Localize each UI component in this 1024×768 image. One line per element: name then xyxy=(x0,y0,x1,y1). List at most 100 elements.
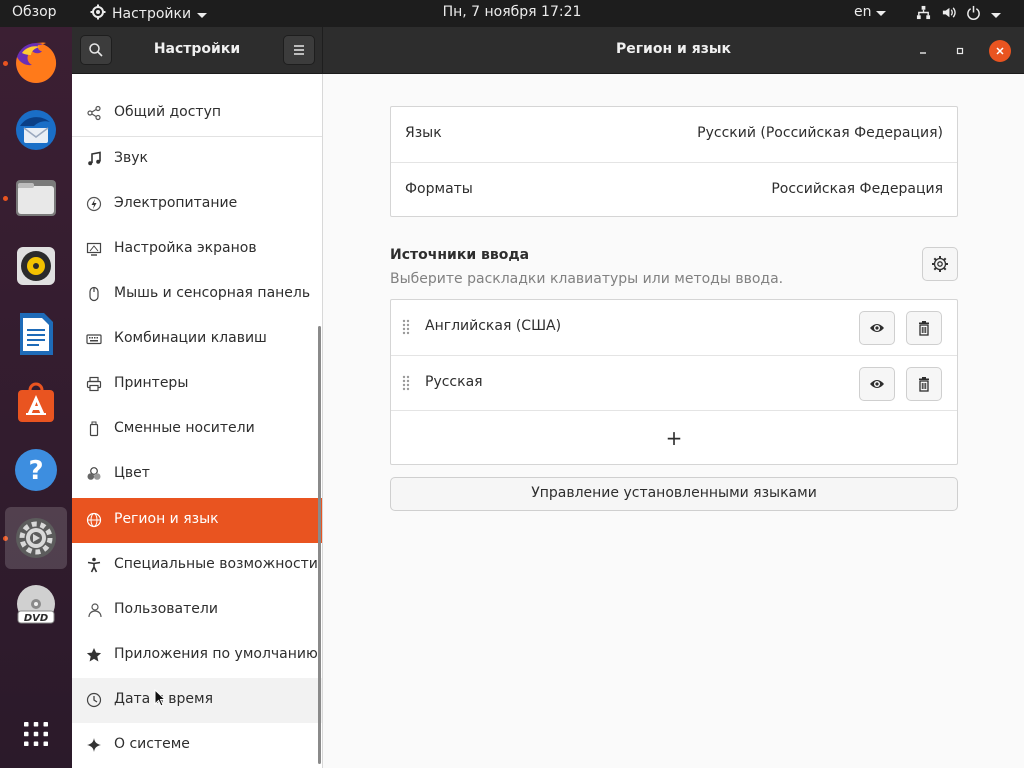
input-source-options-button[interactable] xyxy=(922,247,958,281)
sidebar-item-label: Общий доступ xyxy=(114,104,222,120)
input-source-row[interactable]: Русская xyxy=(391,355,957,410)
volume-icon xyxy=(941,5,956,24)
search-icon xyxy=(89,43,103,57)
mouse-icon xyxy=(86,286,102,302)
dock-help[interactable]: ? xyxy=(5,439,67,501)
dock-libreoffice-writer[interactable] xyxy=(5,303,67,365)
drag-handle-icon[interactable] xyxy=(401,375,411,391)
preview-layout-button[interactable] xyxy=(859,311,895,345)
sidebar-item-label: Комбинации клавиш xyxy=(114,330,267,346)
sidebar-item-label: О системе xyxy=(114,736,190,752)
sidebar-item-removable-media[interactable]: Сменные носители xyxy=(72,407,322,452)
formats-row[interactable]: Форматы Российская Федерация xyxy=(391,162,957,217)
sidebar-item-label: Приложения по умолчанию xyxy=(114,646,318,662)
sidebar-item-region-language[interactable]: Регион и язык xyxy=(72,498,322,543)
formats-value: Российская Федерация xyxy=(771,181,943,197)
app-menu-label: Настройки xyxy=(112,6,192,22)
users-icon xyxy=(86,602,102,618)
minimize-button[interactable] xyxy=(912,40,934,62)
sidebar-header: Настройки xyxy=(72,27,323,74)
dock-settings[interactable] xyxy=(5,507,67,569)
activities-button[interactable]: Обзор xyxy=(12,4,57,20)
dock-rhythmbox[interactable] xyxy=(5,235,67,297)
dock-firefox[interactable] xyxy=(5,32,67,94)
chevron-down-icon xyxy=(197,12,208,18)
sidebar-item-label: Сменные носители xyxy=(114,420,255,436)
header-bar: Настройки Регион и язык xyxy=(72,27,1024,74)
input-sources-card: Английская (США) Русская + xyxy=(390,299,958,465)
sidebar-item-date-time[interactable]: Дата и время xyxy=(72,678,322,723)
input-source-name: Английская (США) xyxy=(425,318,562,334)
hamburger-icon xyxy=(294,45,304,55)
chevron-down-icon xyxy=(875,10,886,16)
language-label: en xyxy=(854,4,872,20)
region-card: Язык Русский (Российская Федерация) Форм… xyxy=(390,106,958,217)
top-bar: Обзор Настройки Пн, 7 ноября 17:21 en xyxy=(0,0,1024,27)
writer-icon xyxy=(20,313,53,355)
input-language-indicator[interactable]: en xyxy=(854,4,886,20)
dock-files[interactable] xyxy=(5,167,67,229)
sidebar-item-sharing[interactable]: Общий доступ xyxy=(72,91,322,136)
dock: ? DVD xyxy=(0,27,72,768)
sidebar-item-label: Принтеры xyxy=(114,375,189,391)
color-icon xyxy=(86,466,102,482)
show-applications-button[interactable] xyxy=(5,703,67,765)
drag-handle-icon[interactable] xyxy=(401,319,411,335)
music-note-icon xyxy=(86,151,102,167)
input-sources-title: Источники ввода xyxy=(390,247,530,263)
sidebar-item-sound[interactable]: Звук xyxy=(72,137,322,182)
menu-button[interactable] xyxy=(283,35,315,65)
sidebar-item-keyboard-shortcuts[interactable]: Комбинации клавиш xyxy=(72,317,322,362)
region-language-panel: Язык Русский (Российская Федерация) Форм… xyxy=(324,74,1024,768)
globe-icon xyxy=(86,512,102,528)
sidebar-title: Настройки xyxy=(153,41,241,57)
network-icon xyxy=(916,5,931,24)
accessibility-icon xyxy=(86,557,102,573)
software-bag-icon xyxy=(18,382,54,422)
sidebar-item-about[interactable]: О системе xyxy=(72,723,322,768)
thunderbird-icon xyxy=(16,110,56,150)
sparkle-icon xyxy=(86,737,102,753)
settings-gear-icon xyxy=(90,4,106,24)
dock-ubuntu-software[interactable] xyxy=(5,371,67,433)
language-label: Язык xyxy=(405,125,442,141)
search-button[interactable] xyxy=(80,35,112,65)
remove-source-button[interactable] xyxy=(906,311,942,345)
clock[interactable]: Пн, 7 ноября 17:21 xyxy=(443,4,582,20)
power-icon xyxy=(966,5,981,24)
svg-text:DVD: DVD xyxy=(24,613,48,624)
close-button[interactable] xyxy=(989,40,1011,62)
dock-thunderbird[interactable] xyxy=(5,99,67,161)
remove-source-button[interactable] xyxy=(906,367,942,401)
preview-layout-button[interactable] xyxy=(859,367,895,401)
sidebar-item-users[interactable]: Пользователи xyxy=(72,588,322,633)
add-input-source-button[interactable]: + xyxy=(391,410,957,465)
svg-text:?: ? xyxy=(28,456,43,486)
sidebar-item-label: Мышь и сенсорная панель xyxy=(114,285,311,301)
printer-icon xyxy=(86,376,102,392)
input-sources-subtitle: Выберите раскладки клавиатуры или методы… xyxy=(390,271,784,287)
language-value: Русский (Российская Федерация) xyxy=(697,125,943,141)
sidebar-item-label: Пользователи xyxy=(114,601,218,617)
app-menu[interactable]: Настройки xyxy=(90,4,208,24)
sidebar-item-accessibility[interactable]: Специальные возможности xyxy=(72,543,322,588)
dock-dvd[interactable]: DVD xyxy=(5,575,67,637)
close-icon xyxy=(996,47,1004,55)
sidebar-item-mouse[interactable]: Мышь и сенсорная панель xyxy=(72,272,322,317)
sidebar-item-color[interactable]: Цвет xyxy=(72,452,322,497)
keyboard-icon xyxy=(86,331,102,347)
maximize-button[interactable] xyxy=(949,40,971,62)
sidebar-item-default-apps[interactable]: Приложения по умолчанию xyxy=(72,633,322,678)
system-menu[interactable] xyxy=(916,5,1001,24)
language-row[interactable]: Язык Русский (Российская Федерация) xyxy=(391,107,957,162)
removable-media-icon xyxy=(86,421,102,437)
sidebar-item-displays[interactable]: Настройка экранов xyxy=(72,227,322,272)
sidebar-item-printers[interactable]: Принтеры xyxy=(72,362,322,407)
trash-icon xyxy=(919,377,929,392)
gear-icon xyxy=(932,256,948,272)
manage-languages-button[interactable]: Управление установленными языками xyxy=(390,477,958,511)
sidebar-item-power[interactable]: Электропитание xyxy=(72,182,322,227)
input-source-row[interactable]: Английская (США) xyxy=(391,300,957,355)
sidebar-scrollbar[interactable] xyxy=(318,326,321,764)
files-icon xyxy=(16,180,56,216)
